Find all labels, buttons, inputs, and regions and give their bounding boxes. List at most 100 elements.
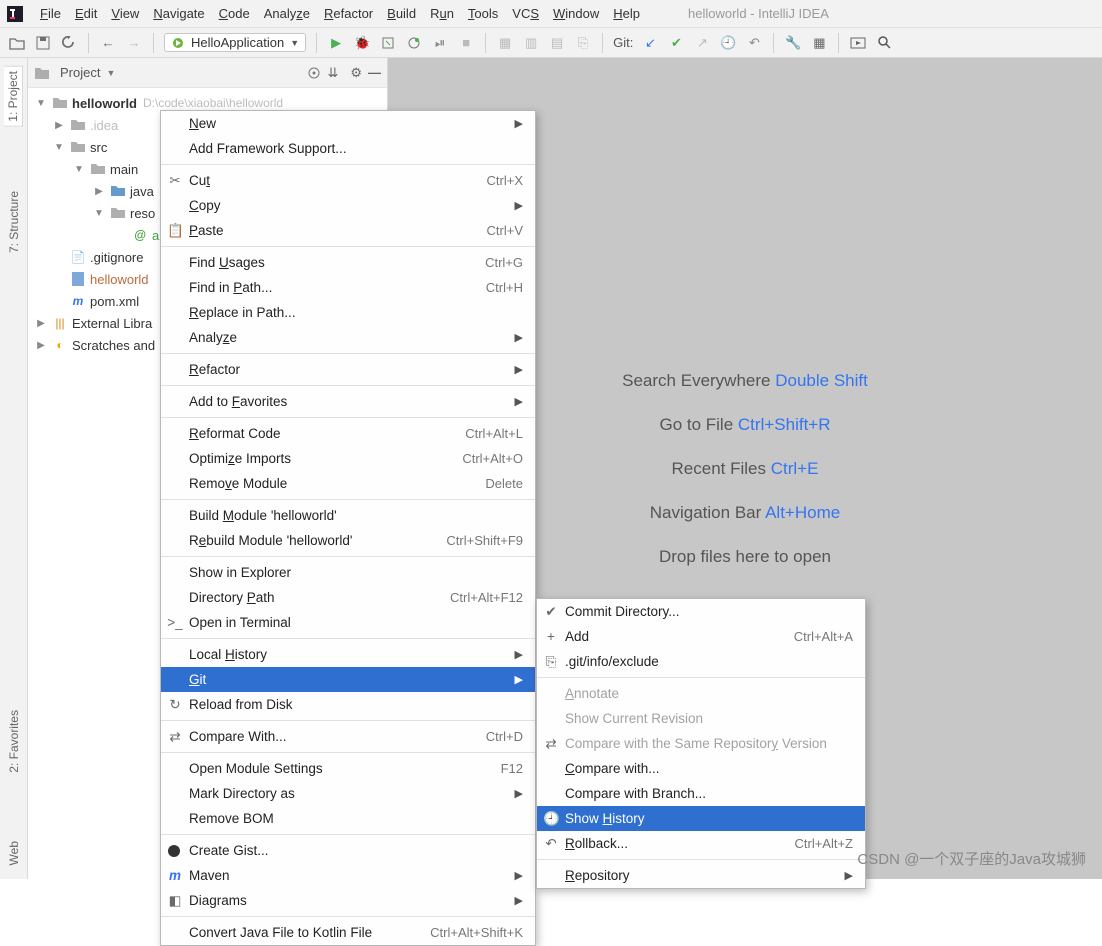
submenu-arrow-icon: ▶ — [515, 894, 523, 907]
menu-file[interactable]: FFileile — [34, 6, 67, 21]
gear-icon[interactable]: ⚙ — [350, 65, 362, 81]
menu-item[interactable]: 🕘Show History — [537, 806, 865, 831]
menu-analyze[interactable]: Analyze — [258, 6, 316, 21]
menu-item[interactable]: ✂CutCtrl+X — [161, 168, 535, 193]
tab-web[interactable]: Web — [5, 837, 23, 869]
menu-item[interactable]: Refactor▶ — [161, 357, 535, 382]
save-icon[interactable] — [34, 34, 52, 52]
menu-item[interactable]: Show in Explorer — [161, 560, 535, 585]
attach-icon[interactable]: ⏯ — [431, 34, 449, 52]
debug-icon[interactable]: 🐞 — [353, 34, 371, 52]
tab-favorites[interactable]: 2: Favorites — [5, 706, 23, 777]
project-header-label[interactable]: Project — [56, 65, 100, 80]
menu-label: Cut — [189, 173, 210, 188]
context-menu-main[interactable]: New▶Add Framework Support...✂CutCtrl+XCo… — [160, 110, 536, 946]
menu-item[interactable]: Create Gist... — [161, 838, 535, 863]
menu-item[interactable]: ◧Diagrams▶ — [161, 888, 535, 913]
t3-icon[interactable]: ▤ — [548, 34, 566, 52]
t2-icon[interactable]: ▥ — [522, 34, 540, 52]
collapse-icon[interactable]: ⇊ — [327, 65, 338, 81]
menu-item[interactable]: Copy▶ — [161, 193, 535, 218]
run-icon[interactable]: ▶ — [327, 34, 345, 52]
menu-item[interactable]: +AddCtrl+Alt+A — [537, 624, 865, 649]
menu-navigate[interactable]: Navigate — [147, 6, 210, 21]
menu-run[interactable]: Run — [424, 6, 460, 21]
menu-item[interactable]: >_Open in Terminal — [161, 610, 535, 635]
profile-icon[interactable] — [405, 34, 423, 52]
menu-shortcut: Ctrl+Alt+F12 — [450, 590, 523, 605]
settings-icon[interactable]: 🔧 — [784, 34, 802, 52]
menu-item[interactable]: Remove BOM — [161, 806, 535, 831]
submenu-arrow-icon: ▶ — [845, 869, 853, 882]
menu-item[interactable]: ⎘.git/info/exclude — [537, 649, 865, 674]
menu-view[interactable]: View — [105, 6, 145, 21]
git-push-icon[interactable]: ↗ — [693, 34, 711, 52]
git-history-icon[interactable]: 🕘 — [719, 34, 737, 52]
watermark: CSDN @一个双子座的Java攻城狮 — [857, 848, 1086, 869]
menu-icon: >_ — [167, 615, 183, 630]
git-update-icon[interactable]: ↙ — [641, 34, 659, 52]
menu-item[interactable]: Git▶ — [161, 667, 535, 692]
structure-icon[interactable]: ▦ — [810, 34, 828, 52]
menu-vcs[interactable]: VCS — [506, 6, 545, 21]
menu-item[interactable]: Repository▶ — [537, 863, 865, 888]
menu-item[interactable]: Reformat CodeCtrl+Alt+L — [161, 421, 535, 446]
context-menu-git[interactable]: ✔Commit Directory...+AddCtrl+Alt+A⎘.git/… — [536, 598, 866, 889]
menu-item[interactable]: ⇄Compare With...Ctrl+D — [161, 724, 535, 749]
menu-item[interactable]: Convert Java File to Kotlin FileCtrl+Alt… — [161, 920, 535, 945]
menu-item[interactable]: Compare with... — [537, 756, 865, 781]
menu-item[interactable]: Open Module SettingsF12 — [161, 756, 535, 781]
menu-item[interactable]: ✔Commit Directory... — [537, 599, 865, 624]
tab-structure[interactable]: 7: Structure — [5, 187, 23, 257]
refresh-icon[interactable] — [60, 34, 78, 52]
menu-item[interactable]: ↶Rollback...Ctrl+Alt+Z — [537, 831, 865, 856]
hide-icon[interactable]: — — [368, 65, 381, 80]
forward-icon[interactable]: → — [125, 34, 143, 52]
menu-item[interactable]: Find UsagesCtrl+G — [161, 250, 535, 275]
menu-item[interactable]: mMaven▶ — [161, 863, 535, 888]
coverage-icon[interactable] — [379, 34, 397, 52]
menu-item: ⇄Compare with the Same Repository Versio… — [537, 731, 865, 756]
menu-edit[interactable]: Edit — [69, 6, 103, 21]
menu-label: Show History — [565, 811, 645, 826]
menu-item[interactable]: Directory PathCtrl+Alt+F12 — [161, 585, 535, 610]
back-icon[interactable]: ← — [99, 34, 117, 52]
t4-icon[interactable]: ⎘ — [574, 34, 592, 52]
menu-item[interactable]: 📋PasteCtrl+V — [161, 218, 535, 243]
menu-item[interactable]: Analyze▶ — [161, 325, 535, 350]
run-config-label: HelloApplication — [191, 35, 284, 50]
menu-item[interactable]: Replace in Path... — [161, 300, 535, 325]
search-icon[interactable] — [875, 34, 893, 52]
menu-item[interactable]: ↻Reload from Disk — [161, 692, 535, 717]
tab-project[interactable]: 1: Project — [4, 66, 23, 127]
menu-item[interactable]: Add to Favorites▶ — [161, 389, 535, 414]
menu-help[interactable]: Help — [607, 6, 646, 21]
stop-icon[interactable]: ■ — [457, 34, 475, 52]
menu-code[interactable]: Code — [213, 6, 256, 21]
menu-item[interactable]: New▶ — [161, 111, 535, 136]
menu-tools[interactable]: Tools — [462, 6, 504, 21]
menu-item[interactable]: Rebuild Module 'helloworld'Ctrl+Shift+F9 — [161, 528, 535, 553]
menu-item[interactable]: Mark Directory as▶ — [161, 781, 535, 806]
run-config-dropdown[interactable]: HelloApplication ▼ — [164, 33, 306, 52]
menu-item[interactable]: Local History▶ — [161, 642, 535, 667]
idea-logo-icon — [6, 5, 24, 23]
menu-label: Maven — [189, 868, 230, 883]
menu-item[interactable]: Add Framework Support... — [161, 136, 535, 161]
menu-item[interactable]: Compare with Branch... — [537, 781, 865, 806]
open-icon[interactable] — [8, 34, 26, 52]
menu-window[interactable]: Window — [547, 6, 605, 21]
menu-item[interactable]: Remove ModuleDelete — [161, 471, 535, 496]
git-commit-icon[interactable]: ✔ — [667, 34, 685, 52]
menu-label: Rollback... — [565, 836, 628, 851]
menu-refactor[interactable]: Refactor — [318, 6, 379, 21]
git-rollback-icon[interactable]: ↶ — [745, 34, 763, 52]
menu-label: Compare With... — [189, 729, 287, 744]
menu-item[interactable]: Optimize ImportsCtrl+Alt+O — [161, 446, 535, 471]
menu-build[interactable]: Build — [381, 6, 422, 21]
t1-icon[interactable]: ▦ — [496, 34, 514, 52]
presentation-icon[interactable] — [849, 34, 867, 52]
menu-item[interactable]: Build Module 'helloworld' — [161, 503, 535, 528]
locate-icon[interactable] — [307, 66, 321, 80]
menu-item[interactable]: Find in Path...Ctrl+H — [161, 275, 535, 300]
